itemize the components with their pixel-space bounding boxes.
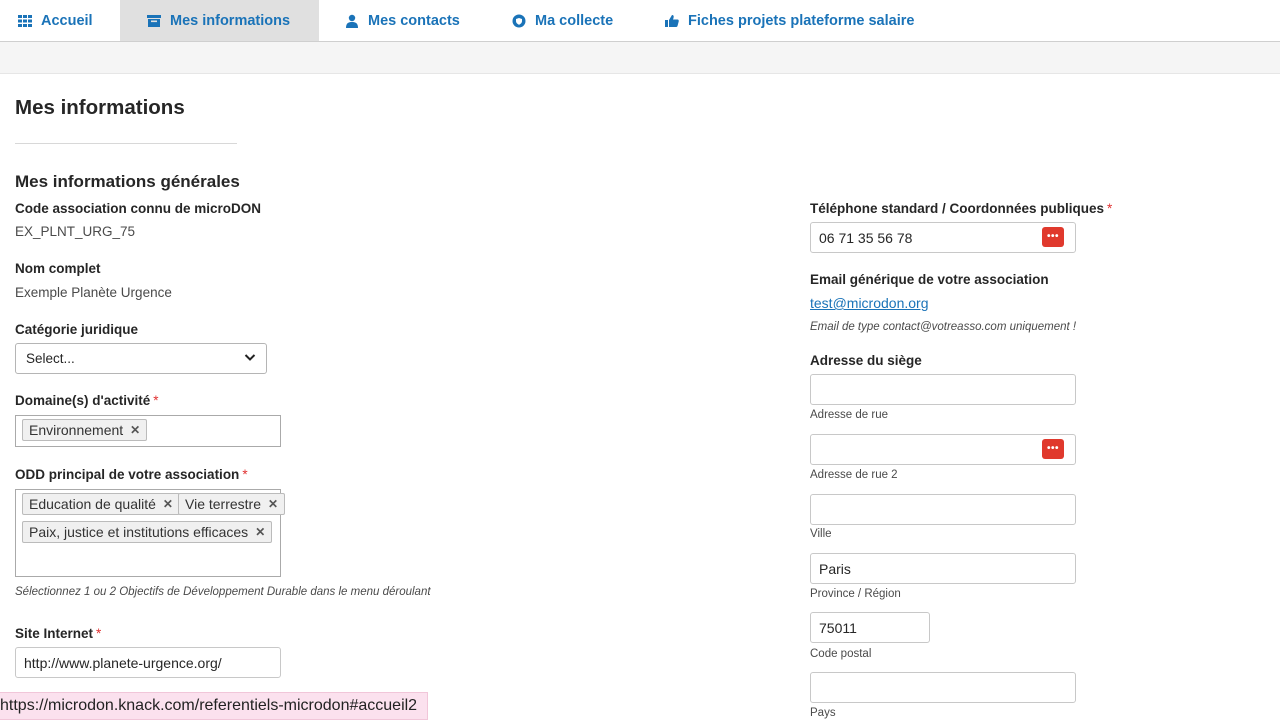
adresse-rue2-input[interactable] [810,434,1076,465]
title-divider [15,143,237,144]
top-navigation: Accueil Mes informations Mes contacts Ma… [0,0,1280,42]
tab-accueil[interactable]: Accueil [0,0,120,41]
sub-bar [0,42,1280,74]
site-internet-input[interactable]: http://www.planete-urgence.org/ [15,647,281,678]
site-internet-label-text: Site Internet [15,626,94,641]
remove-tag-icon[interactable]: ✕ [268,497,278,511]
remove-tag-icon[interactable]: ✕ [130,423,140,437]
nom-complet-value: Exemple Planète Urgence [15,285,172,300]
adresse-rue-input[interactable] [810,374,1076,405]
tab-label: Fiches projets plateforme salaire [688,12,915,29]
odd-multiselect[interactable]: Education de qualité ✕ Vie terrestre ✕ Pai… [15,489,286,577]
telephone-label: Téléphone standard / Coordonnées publiqu… [810,201,1112,216]
code-association-label: Code association connu de microDON [15,201,262,216]
tab-label: Ma collecte [535,12,614,29]
telephone-input[interactable]: 06 71 35 56 78 [810,222,1076,253]
code-association-value: EX_PLNT_URG_75 [15,224,136,239]
tag-domaine: Environnement ✕ [22,419,148,441]
tag-label: Environnement [29,422,124,438]
page-title: Mes informations [15,96,185,119]
email-link[interactable]: test@microdon.org [810,295,928,311]
password-manager-icon[interactable]: ••• [1042,439,1064,459]
site-internet-label: Site Internet * [15,626,101,641]
domaines-multiselect[interactable]: Environnement ✕ [15,415,281,447]
input-value: 06 71 35 56 78 [819,229,913,246]
odd-label-text: ODD principal de votre association [15,467,240,482]
tag-odd: Education de qualité ✕ [22,493,180,515]
tag-label: Paix, justice et institutions efficaces [29,524,249,540]
region-label: Province / Région [810,588,901,600]
tab-ma-collecte[interactable]: Ma collecte [512,0,613,41]
pays-input[interactable] [810,672,1076,703]
pays-label: Pays [810,707,836,719]
id-card-icon [147,14,161,28]
ville-label: Ville [810,528,832,540]
email-hint: Email de type contact@votreasso.com uniq… [810,321,1077,333]
code-postal-label: Code postal [810,648,872,660]
tab-fiches-projets[interactable]: Fiches projets plateforme salaire [665,0,914,41]
chevron-down-icon [244,351,256,366]
required-mark: * [96,626,102,641]
nom-complet-label: Nom complet [15,261,101,276]
tag-odd: Vie terrestre ✕ [178,493,286,515]
adresse-siege-label: Adresse du siège [810,353,922,368]
tab-mes-contacts[interactable]: Mes contacts [345,0,460,41]
region-input[interactable]: Paris [810,553,1076,584]
domaines-label-text: Domaine(s) d'activité [15,393,151,408]
tab-label: Accueil [41,12,93,29]
required-mark: * [1107,201,1113,216]
tag-label: Education de qualité [29,496,156,512]
categorie-juridique-select[interactable]: Select... [15,343,267,374]
odd-hint: Sélectionnez 1 ou 2 Objectifs de Dévelop… [15,586,431,598]
remove-tag-icon[interactable]: ✕ [163,497,173,511]
ville-input[interactable] [810,494,1076,525]
tab-label: Mes informations [170,12,291,29]
password-manager-icon[interactable]: ••• [1042,227,1064,247]
telephone-label-text: Téléphone standard / Coordonnées publiqu… [810,201,1105,216]
required-mark: * [153,393,159,408]
remove-tag-icon[interactable]: ✕ [255,525,265,539]
tab-label: Mes contacts [368,12,460,29]
odd-label: ODD principal de votre association * [15,467,248,482]
adresse-rue2-label: Adresse de rue 2 [810,469,898,481]
thumbs-up-icon [665,14,679,28]
select-value: Select... [26,351,75,366]
domaines-label: Domaine(s) d'activité * [15,393,159,408]
grid-icon [18,14,32,28]
section-title: Mes informations générales [15,172,240,191]
tab-mes-informations[interactable]: Mes informations [120,0,319,41]
shield-icon [512,14,526,28]
user-icon [345,14,359,28]
tag-odd: Paix, justice et institutions efficaces ✕ [22,521,273,543]
status-bar-url: https://microdon.knack.com/referentiels-… [0,692,429,720]
tag-label: Vie terrestre [185,496,261,512]
adresse-rue-label: Adresse de rue [810,409,888,421]
email-label: Email générique de votre association [810,272,1049,287]
required-mark: * [242,467,248,482]
code-postal-input[interactable]: 75011 [810,612,930,643]
categorie-juridique-label: Catégorie juridique [15,322,139,337]
